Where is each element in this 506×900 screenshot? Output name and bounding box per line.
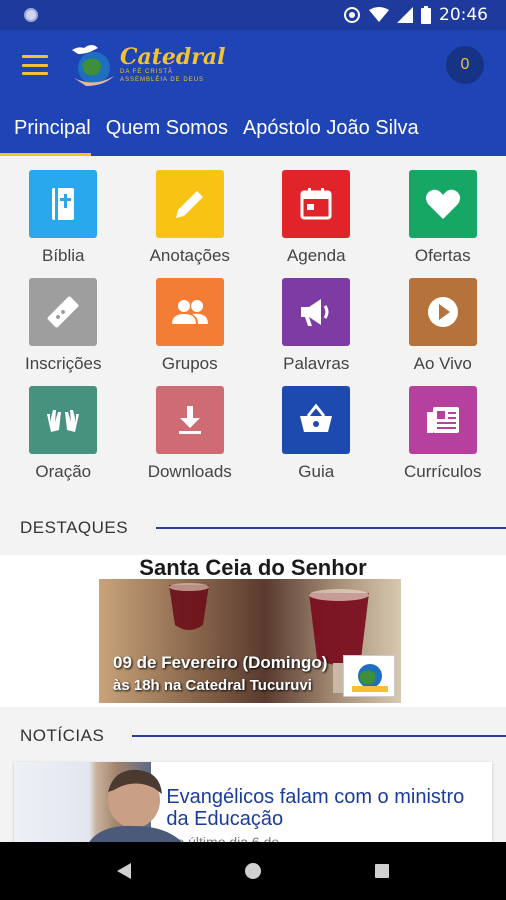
grid-item-agenda[interactable]: Agenda — [253, 170, 380, 266]
signal-icon — [397, 7, 413, 23]
grid-label-curriculos: Currículos — [404, 462, 482, 481]
megaphone-icon — [282, 278, 351, 346]
tab-quem-somos[interactable]: Quem Somos — [91, 100, 228, 156]
destaques-title: DESTAQUES — [20, 518, 129, 537]
logo-subtitle-2: ASSEMBLÉIA DE DEUS — [120, 77, 205, 83]
banner-time: às 18h na Catedral Tucuruvi — [113, 677, 312, 694]
noticias-divider — [132, 735, 506, 737]
battery-icon — [421, 6, 431, 24]
grid-item-oracao[interactable]: Oração — [0, 386, 127, 482]
banner-image: 09 de Fevereiro (Domingo) às 18h na Cate… — [99, 579, 401, 703]
calendar-icon — [282, 170, 351, 238]
news-thumbnail — [14, 762, 190, 852]
praying-hands-icon — [29, 386, 98, 454]
logo-title: Catedral — [120, 44, 226, 70]
back-icon[interactable] — [104, 851, 144, 891]
grid-item-ofertas[interactable]: Ofertas — [380, 170, 506, 266]
status-icons: 20:46 — [343, 5, 488, 25]
banner-title: Santa Ceia do Senhor — [139, 555, 367, 580]
wifi-icon — [369, 7, 389, 22]
group-icon — [155, 278, 224, 346]
menu-icon[interactable] — [22, 55, 48, 75]
grid-item-guia[interactable]: Guia — [253, 386, 380, 482]
grid-label-anotacoes: Anotações — [149, 246, 230, 265]
grid-label-grupos: Grupos — [161, 354, 218, 373]
grid-label-palavras: Palavras — [283, 354, 350, 373]
basket-icon — [282, 386, 351, 454]
grid-item-grupos[interactable]: Grupos — [127, 278, 254, 374]
status-time: 20:46 — [439, 5, 488, 25]
data-saver-icon — [344, 7, 360, 23]
system-nav-bar — [0, 842, 506, 900]
grid-label-ao-vivo: Ao Vivo — [413, 354, 472, 373]
globe-dove-icon — [72, 45, 114, 86]
menu-grid: Bíblia Anotações Agenda Ofertas Inscriçõ… — [0, 170, 506, 482]
cart-count-badge[interactable]: 0 — [446, 46, 484, 84]
news-card[interactable]: Evangélicos falam com o ministro da Educ… — [14, 762, 492, 852]
tab-bar: Principal Quem Somos Apóstolo João Silva — [0, 100, 506, 156]
noticias-title: NOTÍCIAS — [20, 726, 105, 745]
play-icon — [408, 278, 477, 346]
destaques-header: DESTAQUES — [0, 518, 506, 538]
banner-logo-icon — [343, 655, 395, 697]
newspaper-icon — [408, 386, 477, 454]
bible-icon — [29, 170, 98, 238]
grid-item-biblia[interactable]: Bíblia — [0, 170, 127, 266]
logo-subtitle-1: DA FÉ CRISTÃ — [120, 69, 174, 75]
recents-icon[interactable] — [362, 851, 402, 891]
grid-label-inscricoes: Inscrições — [24, 354, 102, 373]
grid-item-anotacoes[interactable]: Anotações — [127, 170, 254, 266]
grid-item-ao-vivo[interactable]: Ao Vivo — [380, 278, 506, 374]
noticias-header: NOTÍCIAS — [0, 726, 506, 746]
banner-date: 09 de Fevereiro (Domingo) — [113, 653, 328, 672]
pencil-icon — [155, 170, 224, 238]
tab-apostolo[interactable]: Apóstolo João Silva — [228, 100, 419, 156]
app-bar: Catedral DA FÉ CRISTÃ ASSEMBLÉIA DE DEUS… — [0, 30, 506, 100]
person-photo-image — [84, 769, 190, 852]
heart-icon — [408, 170, 477, 238]
grid-label-biblia: Bíblia — [41, 246, 85, 265]
ticket-icon — [29, 278, 98, 346]
destaques-divider — [156, 527, 506, 529]
status-bar: 20:46 — [0, 0, 506, 30]
news-title: Evangélicos falam com o ministro da Educ… — [166, 786, 465, 830]
grid-item-curriculos[interactable]: Currículos — [380, 386, 506, 482]
download-icon — [155, 386, 224, 454]
grid-label-ofertas: Ofertas — [414, 246, 471, 265]
grid-item-downloads[interactable]: Downloads — [127, 386, 254, 482]
notification-dot-icon — [24, 8, 38, 22]
home-icon[interactable] — [233, 851, 273, 891]
grid-label-downloads: Downloads — [147, 462, 232, 481]
featured-banner[interactable]: Santa Ceia do Senhor 09 de Fevereiro (Do… — [0, 555, 506, 707]
grid-label-guia: Guia — [298, 462, 335, 481]
grid-item-palavras[interactable]: Palavras — [253, 278, 380, 374]
grid-item-inscricoes[interactable]: Inscrições — [0, 278, 127, 374]
grid-label-oracao: Oração — [35, 462, 92, 481]
grid-label-agenda: Agenda — [286, 246, 346, 265]
app-logo: Catedral DA FÉ CRISTÃ ASSEMBLÉIA DE DEUS — [68, 42, 226, 88]
tab-principal[interactable]: Principal — [0, 100, 91, 156]
